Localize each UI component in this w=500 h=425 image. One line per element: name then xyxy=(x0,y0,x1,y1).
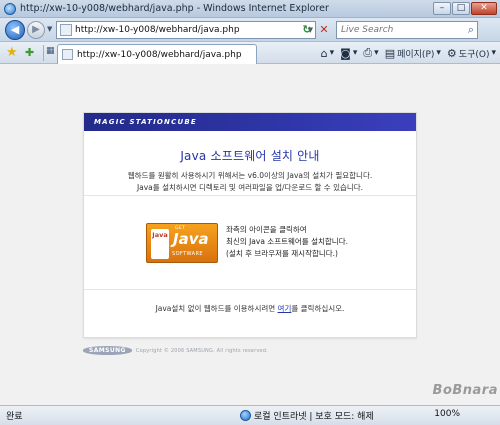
skip-java-link[interactable]: 여기 xyxy=(278,304,292,313)
watermark: BoBnara xyxy=(432,383,498,398)
brand-logo: MAGIC STATIONCUBE xyxy=(94,118,197,126)
tab-current[interactable]: http://xw-10-y008/webhard/java.php xyxy=(57,44,257,64)
add-favorites-icon[interactable]: ✚ xyxy=(25,46,34,59)
maximize-button[interactable]: □ xyxy=(452,2,470,15)
page-menu-button[interactable]: ▤ 페이지(P) ▾ xyxy=(385,47,441,60)
page-icon: ▤ xyxy=(384,46,396,60)
stop-button[interactable]: ✕ xyxy=(316,22,332,38)
globe-icon xyxy=(240,410,251,421)
recent-pages-dropdown[interactable]: ▼ xyxy=(47,25,52,33)
page-favicon-icon xyxy=(60,24,72,36)
skip-note-prefix: Java설치 없이 웹하드를 이용하시려면 xyxy=(155,304,278,313)
print-button[interactable]: ⎙ ▾ xyxy=(363,46,378,60)
tab-label: http://xw-10-y008/webhard/java.php xyxy=(77,49,242,60)
divider xyxy=(84,195,416,196)
window-controls: – □ ✕ xyxy=(433,2,497,15)
favorites-star-icon[interactable]: ★ xyxy=(6,45,18,60)
title-bar: http://xw-10-y008/webhard/java.php - Win… xyxy=(0,0,500,18)
tools-menu-label: 도구(O) xyxy=(458,49,490,60)
gear-icon: ⚙ xyxy=(446,46,457,60)
refresh-button[interactable]: ↻ xyxy=(299,22,315,38)
minimize-button[interactable]: – xyxy=(433,2,451,15)
close-button[interactable]: ✕ xyxy=(471,2,497,15)
divider xyxy=(84,289,416,290)
back-button[interactable]: ◀ xyxy=(5,20,25,40)
page-footer: SAMSUNG Copyright © 2006 SAMSUNG. All ri… xyxy=(83,346,268,355)
status-bar: 완료 로컬 인트라넷 | 보호 모드: 해제 100% xyxy=(0,405,500,425)
panel-header: MAGIC STATIONCUBE xyxy=(84,113,416,131)
java-instructions: 좌측의 아이콘을 클릭하여 최신의 Java 소프트웨어를 설치합니다. (설치… xyxy=(226,224,348,260)
zoom-level[interactable]: 100% xyxy=(434,409,460,419)
get-java-button[interactable]: Java GET Java SOFTWARE xyxy=(146,223,218,263)
java-instruction-line-3: (설치 후 브라우저를 재시작합니다.) xyxy=(226,249,338,258)
security-zone[interactable]: 로컬 인트라넷 | 보호 모드: 해제 xyxy=(240,409,374,422)
tab-favicon-icon xyxy=(62,49,73,60)
tab-toolbar: ★ ✚ ▦ http://xw-10-y008/webhard/java.php… xyxy=(0,42,500,64)
java-logo-sub: SOFTWARE xyxy=(172,251,203,257)
home-button[interactable]: ⌂ ▾ xyxy=(321,47,335,60)
samsung-logo: SAMSUNG xyxy=(83,346,132,355)
rss-feed-icon: ◙ xyxy=(340,46,351,60)
ie-app-icon xyxy=(4,2,16,15)
forward-button[interactable]: ▶ xyxy=(27,21,45,39)
feeds-button[interactable]: ◙ ▾ xyxy=(340,47,357,60)
java-instruction-line-2: 최신의 Java 소프트웨어를 설치합니다. xyxy=(226,237,348,246)
security-zone-label: 로컬 인트라넷 | 보호 모드: 해제 xyxy=(254,412,374,422)
description-line-1: 웹하드를 원활히 사용하시기 위해서는 v6.0이상의 Java의 설치가 필요… xyxy=(127,171,373,180)
address-bar[interactable]: http://xw-10-y008/webhard/java.php ▼ xyxy=(56,21,316,39)
java-logo-word: Java xyxy=(173,230,209,248)
skip-note-suffix: 를 클릭하십시오. xyxy=(291,304,345,313)
java-install-panel: MAGIC STATIONCUBE Java 소프트웨어 설치 안내 웹하드를 … xyxy=(83,112,417,338)
skip-java-note: Java설치 없이 웹하드를 이용하시려면 여기를 클릭하십시오. xyxy=(84,303,416,314)
quick-tabs-icon[interactable]: ▦ xyxy=(46,46,55,56)
page-title: Java 소프트웨어 설치 안내 xyxy=(180,149,320,163)
java-install-row: Java GET Java SOFTWARE 좌측의 아이콘을 클릭하여 최신의… xyxy=(146,223,348,263)
printer-icon: ⎙ xyxy=(363,46,373,59)
page-viewport: MAGIC STATIONCUBE Java 소프트웨어 설치 안내 웹하드를 … xyxy=(0,64,500,405)
description: 웹하드를 원활히 사용하시기 위해서는 v6.0이상의 Java의 설치가 필요… xyxy=(84,170,416,194)
page-menu-label: 페이지(P) xyxy=(397,49,435,60)
copyright-text: Copyright © 2006 SAMSUNG. All rights res… xyxy=(135,347,268,354)
java-instruction-line-1: 좌측의 아이콘을 클릭하여 xyxy=(226,225,307,234)
home-icon: ⌂ xyxy=(320,46,328,60)
command-bar: ⌂ ▾ ◙ ▾ ⎙ ▾ ▤ 페이지(P) ▾ ⚙ 도구(O) ▾ xyxy=(321,46,496,60)
address-url[interactable]: http://xw-10-y008/webhard/java.php xyxy=(75,25,240,35)
search-input[interactable] xyxy=(337,22,457,38)
description-line-2: Java를 설치하시면 디렉토리 및 여러파일을 업/다운로드 할 수 있습니다… xyxy=(136,183,364,192)
search-box[interactable]: ⌕ xyxy=(336,21,478,39)
java-cup-icon: Java xyxy=(151,229,169,259)
status-text: 완료 xyxy=(6,412,23,422)
search-icon[interactable]: ⌕ xyxy=(468,23,474,37)
toolbar-divider xyxy=(43,45,44,61)
address-toolbar: ◀ ▶ ▼ http://xw-10-y008/webhard/java.php… xyxy=(0,18,500,42)
tools-menu-button[interactable]: ⚙ 도구(O) ▾ xyxy=(447,47,496,60)
window-title: http://xw-10-y008/webhard/java.php - Win… xyxy=(20,3,329,14)
